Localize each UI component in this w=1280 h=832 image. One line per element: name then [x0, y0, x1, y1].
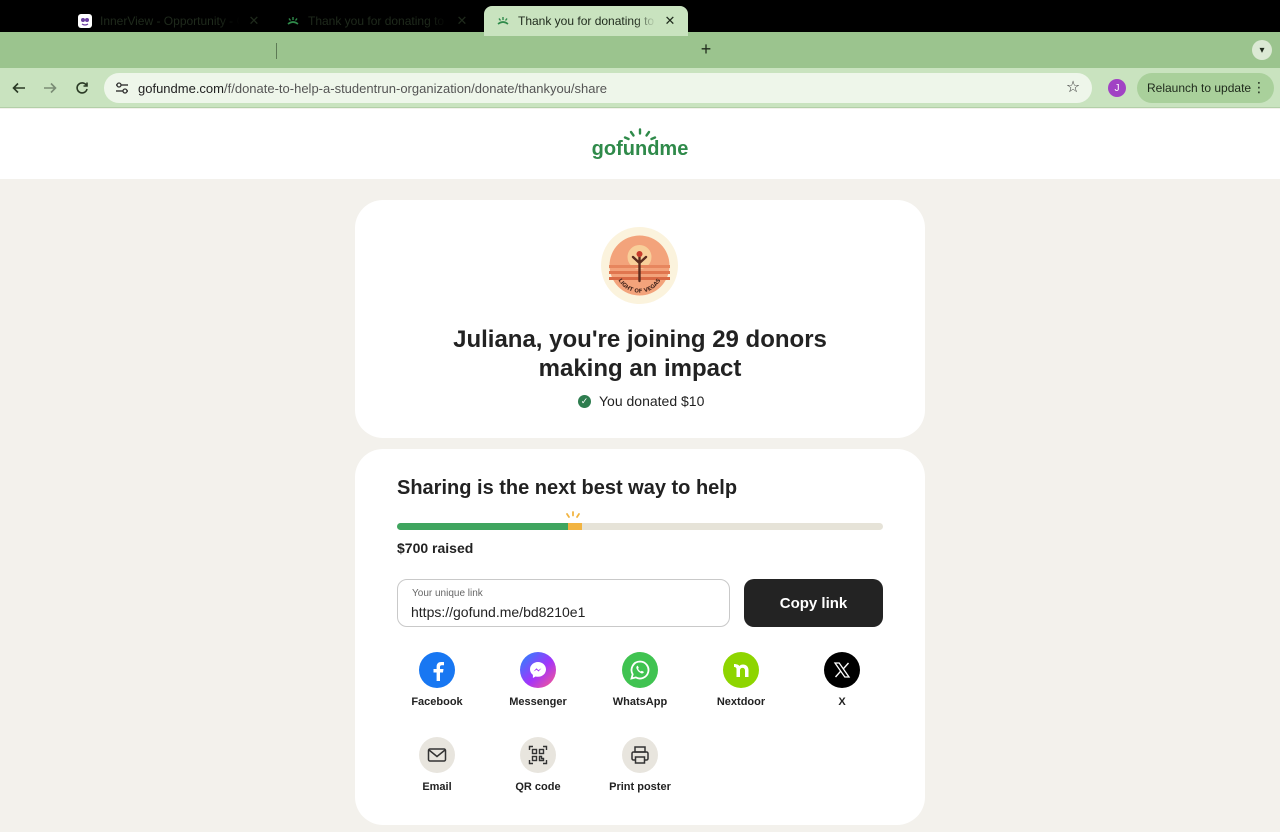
svg-text:gofundme: gofundme	[592, 138, 688, 160]
share-x-button[interactable]: X	[797, 652, 887, 708]
tab-thankyou-help[interactable]: Thank you for donating to Help ✕	[484, 6, 688, 36]
navigation-bar: gofundme.com/f/donate-to-help-a-studentr…	[0, 68, 1280, 108]
tab-innerview[interactable]: InnerView - Opportunity - Oct ✕	[66, 6, 272, 36]
qr-code-icon	[520, 737, 556, 773]
donation-confirmation: ✓ You donated $10	[578, 392, 704, 410]
check-circle-icon: ✓	[578, 394, 591, 408]
messenger-icon	[520, 652, 556, 688]
bookmark-star-icon[interactable]: ☆	[1064, 79, 1082, 97]
gofundme-favicon-icon	[286, 14, 300, 28]
gofundme-favicon-icon	[496, 14, 510, 28]
nextdoor-icon	[723, 652, 759, 688]
email-icon	[419, 737, 455, 773]
forward-arrow-icon[interactable]	[40, 78, 60, 98]
site-settings-icon[interactable]	[114, 80, 130, 96]
progress-tip	[567, 523, 582, 530]
relaunch-button[interactable]: Relaunch to update ⋮	[1137, 73, 1274, 103]
tab-strip	[0, 32, 1280, 68]
thank-you-headline: Juliana, you're joining 29 donors making…	[453, 326, 827, 382]
share-email-button[interactable]: Email	[392, 737, 482, 793]
facebook-icon	[419, 652, 455, 688]
tab-close-icon[interactable]: ✕	[454, 13, 470, 29]
tab-thankyou-feed[interactable]: Thank you for donating to Feed ✕	[274, 6, 480, 36]
more-menu-icon[interactable]: ⋮	[1252, 80, 1266, 94]
share-qr-code-button[interactable]: QR code	[493, 737, 583, 793]
profile-avatar[interactable]: J	[1108, 79, 1126, 97]
unique-link-field[interactable]: Your unique link	[397, 579, 730, 627]
gofundme-logo[interactable]: gofundme	[592, 128, 688, 160]
innerview-favicon-icon	[78, 14, 92, 28]
share-nextdoor-button[interactable]: Nextdoor	[696, 652, 786, 708]
progress-sparkle-icon	[563, 510, 583, 522]
x-icon	[824, 652, 860, 688]
tab-close-icon[interactable]: ✕	[246, 13, 262, 29]
new-tab-button[interactable]: +	[697, 40, 715, 60]
back-arrow-icon[interactable]	[9, 78, 29, 98]
progress-fill	[397, 523, 582, 530]
share-title: Sharing is the next best way to help	[397, 477, 738, 499]
tab-close-icon[interactable]: ✕	[662, 13, 678, 29]
share-messenger-button[interactable]: Messenger	[493, 652, 583, 708]
url-text: gofundme.com/f/donate-to-help-a-studentr…	[138, 80, 608, 96]
address-bar[interactable]: gofundme.com/f/donate-to-help-a-studentr…	[104, 73, 1092, 103]
share-facebook-button[interactable]: Facebook	[392, 652, 482, 708]
fundraising-progress-bar	[397, 523, 883, 530]
tab-divider	[276, 43, 277, 59]
unique-link-input[interactable]	[411, 602, 711, 622]
tab-search-chevron-icon[interactable]: ▾	[1252, 40, 1272, 60]
print-poster-button[interactable]: Print poster	[595, 737, 685, 793]
share-whatsapp-button[interactable]: WhatsApp	[595, 652, 685, 708]
whatsapp-icon	[622, 652, 658, 688]
organization-logo: LIGHT OF VEGAS	[601, 227, 678, 304]
reload-icon[interactable]	[72, 78, 92, 98]
unique-link-label: Your unique link	[412, 588, 483, 599]
copy-link-button[interactable]: Copy link	[744, 579, 883, 627]
amount-raised: $700 raised	[397, 540, 474, 556]
printer-icon	[622, 737, 658, 773]
